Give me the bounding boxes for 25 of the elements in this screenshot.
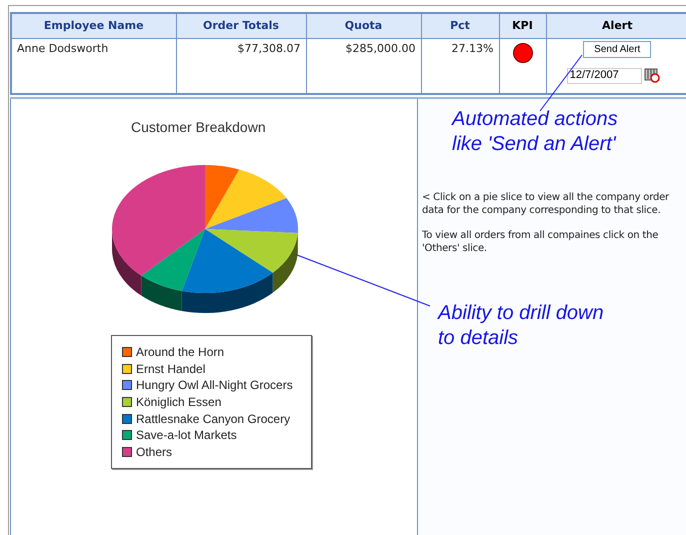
info-paragraph: To view all orders from all compaines click on the 'Others' slice. — [422, 229, 660, 255]
callout-text: Ability to drill down to details — [438, 301, 605, 351]
pie-slice[interactable] — [182, 229, 273, 313]
column-header: Employee Name — [11, 13, 176, 38]
legend-label: Others — [136, 444, 172, 461]
calendar-icon[interactable] — [644, 68, 660, 83]
column-header: Quota — [306, 13, 421, 38]
pie-slice[interactable] — [205, 229, 298, 293]
info-paragraph: < Click on a pie slice to view all the company order data for the company corresponding to that slice. — [422, 191, 670, 217]
pie-slice[interactable] — [112, 165, 205, 296]
column-header: KPI — [499, 13, 546, 38]
chart-title: Customer Breakdown — [131, 118, 266, 137]
legend-label: Königlich Essen — [136, 394, 222, 412]
callout-text: Automated actions like 'Send an Alert' — [452, 107, 619, 157]
date-field[interactable]: 12/7/2007 — [566, 68, 642, 84]
pie-slice[interactable] — [141, 229, 205, 311]
legend-label: Save-a-lot Markets — [136, 427, 237, 444]
legend-label: Ernst Handel — [136, 360, 206, 378]
column-header: Order Totals — [176, 13, 306, 38]
legend-label: Around the Horn — [136, 344, 224, 362]
legend-label: Rattlesnake Canyon Grocery — [136, 410, 290, 428]
column-header: Pct — [421, 13, 499, 38]
send-alert-button[interactable]: Send Alert — [583, 40, 652, 58]
legend-label: Hungry Owl All-Night Grocers — [136, 377, 293, 394]
column-header: Alert — [546, 13, 686, 38]
